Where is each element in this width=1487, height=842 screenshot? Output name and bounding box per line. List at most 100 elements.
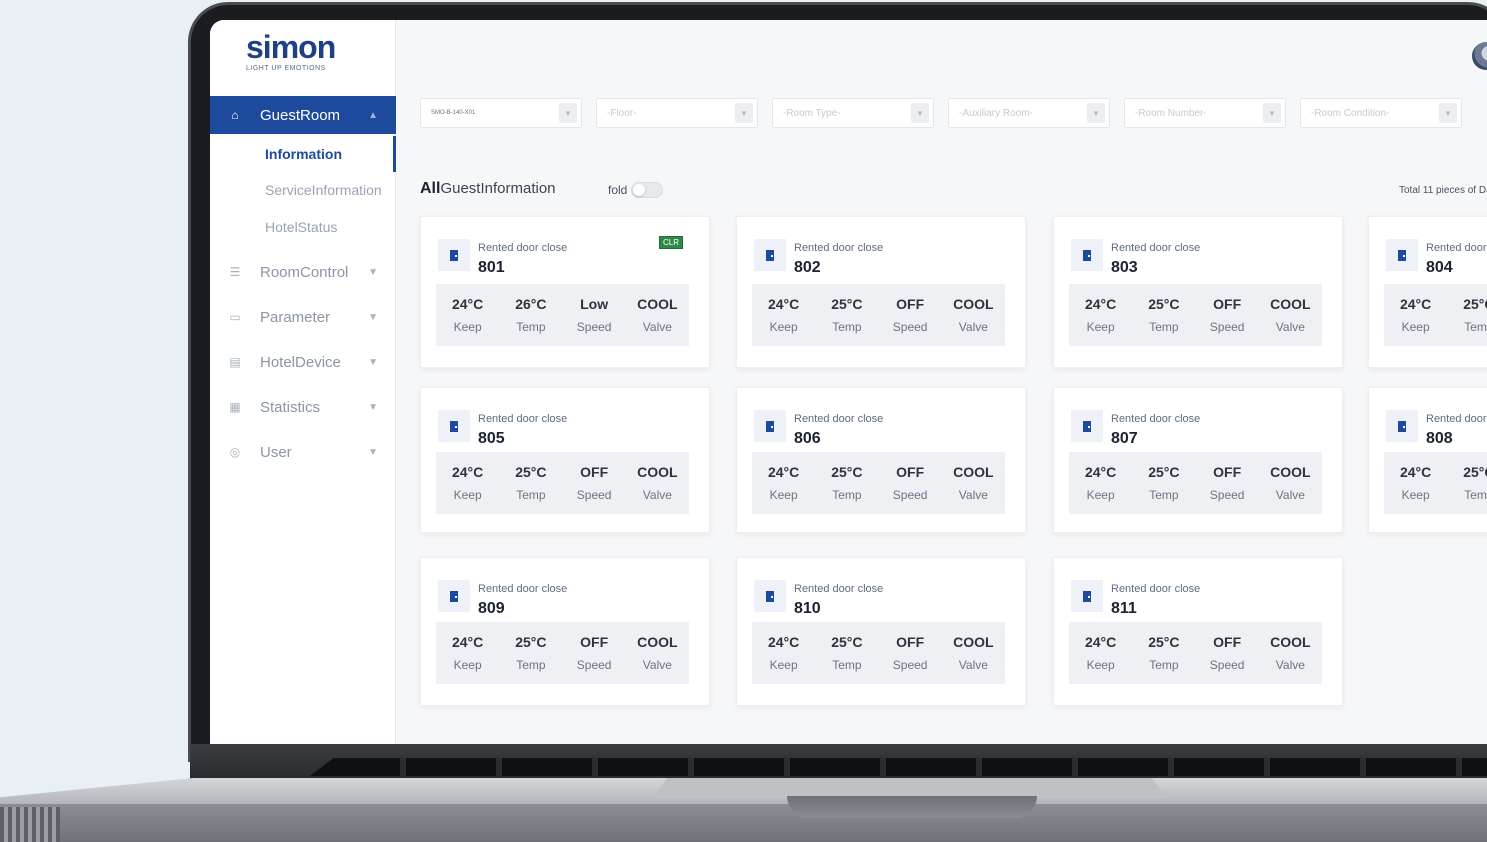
stat-keep: 24°C Keep [752,452,815,514]
sidebar-item-user[interactable]: ◎ User ▼ [210,432,396,472]
sidebar-item-label: HotelDevice [260,353,341,371]
stat-label: Valve [1275,488,1305,502]
laptop-palmrest [652,778,1167,798]
stat-label: Keep [453,488,482,502]
stat-label: Keep [453,320,482,334]
sidebar-sub-serviceinformation[interactable]: ServiceInformation [210,172,396,208]
fold-toggle[interactable] [631,182,664,198]
chevron-down-icon: ▼ [1263,103,1281,123]
stat-value: 25°C [1463,464,1487,480]
room-card[interactable]: Rented door close 806 24°C Keep 25°C Temp OFF S… [736,387,1026,533]
stat-value: COOL [637,634,678,650]
stat-value: 25°C [831,296,863,312]
stat-temp: 25°C Temp [1447,284,1487,346]
sidebar: simon LIGHT UP EMOTIONS ⌂ GuestRoom ▲ In… [210,20,396,744]
room-status: Rented door close [794,583,892,595]
stat-value: 24°C [767,634,800,650]
stat-valve: COOL Valve [1259,284,1322,346]
room-condition-select[interactable]: -Room Condition- ▼ [1300,98,1462,128]
sidebar-item-statistics[interactable]: ▦ Statistics ▼ [210,387,396,427]
stat-temp: 25°C Temp [1132,622,1195,684]
hotel-select[interactable]: SMO-B-140-X01 ▼ [420,98,582,128]
stat-label: Keep [1401,320,1430,334]
room-condition-placeholder: -Room Condition- [1311,107,1390,119]
room-status: Rented door close [1426,413,1487,425]
room-status: Rented door close [478,413,576,425]
chevron-down-icon: ▼ [368,356,378,368]
room-number: 811 [1111,600,1137,617]
home-icon: ⌂ [231,108,239,122]
stat-label: Keep [1086,658,1115,672]
room-status: Rented door close [1111,413,1209,425]
room-stats: 24°C Keep 25°C Temp OFF Speed COOL Valve [752,284,1005,346]
stat-temp: 26°C Temp [499,284,562,346]
sidebar-item-roomcontrol[interactable]: ☰ RoomControl ▼ [210,252,396,292]
room-number: 808 [1426,430,1453,447]
room-number: 804 [1426,259,1453,276]
sidebar-sub-hotelstatus[interactable]: HotelStatus [210,209,396,245]
room-number: 809 [478,600,505,617]
stat-label: Keep [453,658,482,672]
room-card[interactable]: Rented door close 803 24°C Keep 25°C Temp OFF S… [1053,216,1343,368]
stat-speed: OFF Speed [1196,452,1259,514]
stat-value: 24°C [1399,464,1432,480]
chevron-down-icon: ▼ [559,103,577,123]
room-card[interactable]: Rented door close 811 24°C Keep 25°C Temp OFF S… [1053,557,1343,706]
stat-value: 25°C [515,464,547,480]
room-status: Rented door close [794,413,892,425]
stat-label: Temp [516,488,546,502]
stat-value: 24°C [1399,296,1432,312]
auxiliary-room-select[interactable]: -Auxiliary Room- ▼ [948,98,1110,128]
room-card[interactable]: Rented door close 805 24°C Keep 25°C Temp OFF S… [420,387,710,533]
stat-value: OFF [1213,296,1242,312]
stat-keep: 24°C Keep [1069,622,1132,684]
room-card[interactable]: Rented door close 809 24°C Keep 25°C Temp OFF S… [420,557,710,706]
sidebar-sub-information[interactable]: Information [210,136,396,172]
room-card[interactable]: Rented door close 801 CLR 24°C Keep 26°C Temp L… [420,216,710,368]
room-card[interactable]: Rented door close80824°CKeep25°CTempOFFS… [1368,387,1487,533]
chevron-down-icon: ▼ [368,266,378,278]
stat-label: Keep [1086,320,1115,334]
room-type-select[interactable]: -Room Type- ▼ [772,98,934,128]
stat-label: Speed [1209,658,1245,672]
stat-value: OFF [1213,634,1242,650]
sidebar-item-label: Parameter [260,308,331,326]
stat-valve: COOL Valve [942,452,1005,514]
sidebar-item-guestroom[interactable]: ⌂ GuestRoom ▲ [210,96,396,134]
stat-label: Valve [642,488,672,502]
stat-valve: COOL Valve [1259,452,1322,514]
room-card[interactable]: Rented door close 810 24°C Keep 25°C Temp OFF S… [736,557,1026,706]
door-icon [1071,410,1103,442]
stat-label: Speed [892,658,928,672]
room-status: Rented door close [1111,242,1209,254]
room-number: 810 [794,600,821,617]
stat-label: Temp [1464,488,1487,502]
stat-value: 25°C [831,634,863,650]
stat-value: OFF [896,634,925,650]
room-card[interactable]: Rented door close80424°CKeep25°CTempOFFS… [1368,216,1487,368]
stat-valve: COOL Valve [626,452,689,514]
parameter-icon: ▭ [229,310,241,324]
room-type-placeholder: -Room Type- [783,107,841,119]
sidebar-item-hoteldevice[interactable]: ▤ HotelDevice ▼ [210,342,396,382]
chevron-down-icon: ▼ [735,103,753,123]
room-number: 806 [794,430,821,447]
stat-label: Temp [1149,658,1179,672]
brand-tagline: LIGHT UP EMOTIONS [246,65,326,72]
stat-label: Speed [576,488,612,502]
door-icon [438,410,470,442]
laptop-vents [0,807,60,842]
floor-select[interactable]: -Floor- ▼ [596,98,758,128]
stat-speed: OFF Speed [563,622,626,684]
stat-speed: OFF Speed [563,452,626,514]
room-number-select[interactable]: -Room Number- ▼ [1124,98,1286,128]
stat-value: OFF [1213,464,1242,480]
stat-keep: 24°C Keep [436,622,499,684]
stat-value: 24°C [1084,634,1117,650]
room-card[interactable]: Rented door close 807 24°C Keep 25°C Temp OFF S… [1053,387,1343,533]
user-avatar[interactable] [1472,42,1487,70]
brand-name: simon [246,29,336,65]
room-card[interactable]: Rented door close 802 24°C Keep 25°C Temp OFF S… [736,216,1026,368]
sidebar-item-parameter[interactable]: ▭ Parameter ▼ [210,297,396,337]
sidebar-item-label: GuestRoom [260,106,341,124]
